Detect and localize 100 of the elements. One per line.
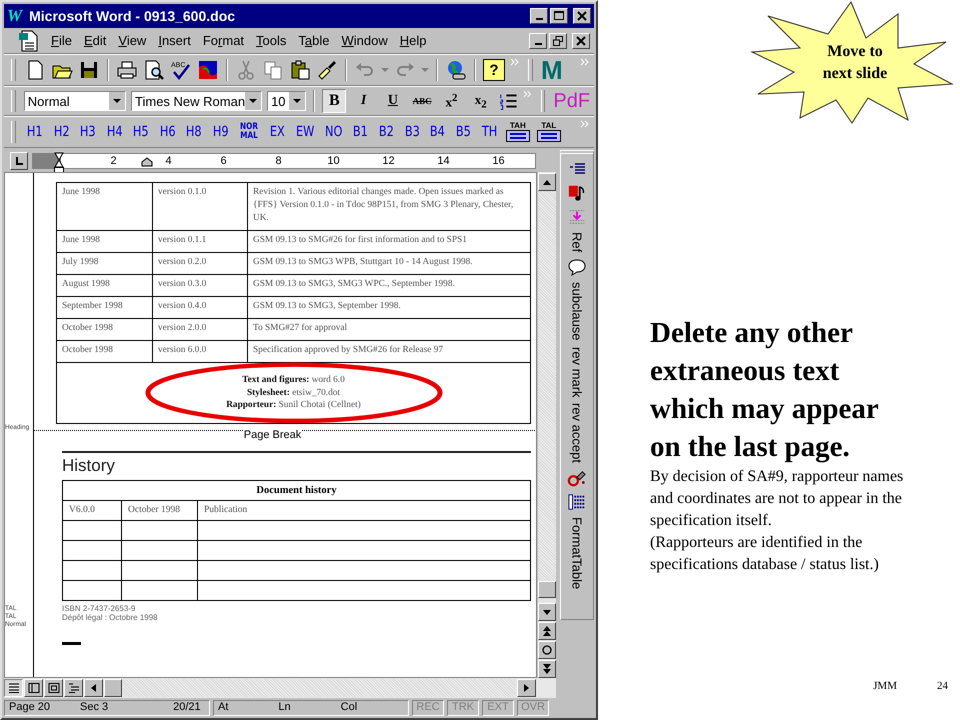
format-button[interactable]: x$^{2}$ [439,89,464,113]
minimize-button[interactable] [530,8,548,24]
web-layout-button[interactable] [24,679,43,697]
format-painter-icon[interactable] [316,59,338,81]
indent-marker-icon[interactable] [54,152,64,174]
font-size-dropdown[interactable]: 10 [267,91,306,111]
save-icon[interactable] [78,59,100,81]
menu-item[interactable]: Help [394,33,432,48]
style-button[interactable]: NO [323,124,344,140]
toolbar-button[interactable]: FormatTable [570,517,584,590]
left-arrow-icon [91,684,96,692]
style-button[interactable]: H5 [131,124,150,140]
document-icon[interactable] [18,30,38,52]
globe-icon[interactable] [445,59,467,81]
browse-object-button[interactable] [538,641,556,659]
normal-view-button[interactable] [4,679,23,697]
scroll-down-button[interactable] [538,603,556,621]
table-cell: version 2.0.0 [152,318,248,340]
menu-item[interactable]: File [46,33,77,48]
table-cell: August 1998 [56,274,152,296]
printer-icon[interactable] [116,59,138,81]
style-button[interactable]: H1 [25,124,44,140]
style-button[interactable]: H6 [158,124,177,140]
style-button[interactable]: TH [480,124,499,140]
page-layout-button[interactable] [44,679,63,697]
table-grid-icon[interactable] [567,493,587,512]
table-cell: GSM 09.13 to SMG3, SMG3 WPC., September 1998. [248,274,530,296]
restore-button[interactable] [549,32,567,48]
font-dropdown[interactable]: Times New Roman [131,91,262,111]
up-arrow-icon [543,180,551,184]
style-button[interactable]: EX [268,124,287,140]
table-cell: Publication [198,500,530,520]
menu-item[interactable]: View [113,33,152,48]
style-button[interactable]: H8 [184,124,204,140]
color-map-icon[interactable] [197,59,219,81]
style-button[interactable]: NOR MAL [237,123,261,141]
menu-item[interactable]: Edit [78,33,112,48]
table-cell: July 1998 [56,252,152,274]
legal-deposit-text: Dépôt légal : Octobre 1998 [62,612,159,622]
stamp-icon[interactable] [567,469,587,488]
close-button[interactable] [573,8,591,24]
status-text: Page 20 [9,701,50,715]
next-page-button[interactable] [538,660,556,678]
layout-icon [28,683,40,693]
scroll-right-button[interactable] [517,679,536,697]
right-arrow-icon [524,684,529,692]
style-button[interactable]: H3 [78,124,98,140]
menu-item[interactable]: Window [336,33,393,48]
toolbar-button[interactable]: rev accept [570,403,584,464]
table-cell: version 0.3.0 [152,274,248,296]
scroll-up-button[interactable] [538,173,556,191]
previous-page-button[interactable] [538,622,556,640]
scroll-thumb[interactable] [538,581,556,598]
style-button[interactable]: B2 [377,124,396,140]
style-button[interactable]: H9 [210,124,230,140]
document-page[interactable] [4,172,537,678]
style-button[interactable]: B5 [454,124,473,140]
ruler[interactable]: 2 4 6 8 10 12 14 16 [32,153,536,169]
menu-item[interactable]: Insert [153,33,196,48]
format-button[interactable]: ABC [410,89,434,113]
toolbar-button[interactable]: rev mark [570,346,584,398]
format-button[interactable]: I [351,89,376,113]
minimize-button[interactable] [529,32,547,48]
menu-item[interactable]: Table [293,33,334,48]
menu-item[interactable]: Format [198,33,250,48]
outline-view-button[interactable] [64,679,83,697]
tab-selector[interactable] [10,152,28,170]
menu-item[interactable]: Tools [251,33,292,48]
table-cell: version 6.0.0 [152,340,248,362]
paste-icon[interactable] [289,59,311,81]
toolbar-button[interactable]: subclause [570,282,584,341]
help-button[interactable]: ? [483,59,505,81]
format-button[interactable]: B [322,89,346,113]
format-button[interactable]: x$_{2}$ [468,89,493,113]
style-button[interactable]: EW [294,124,316,140]
table-cell: September 1998 [56,296,152,318]
table-cell: version 0.1.0 [152,182,248,230]
style-button[interactable]: H4 [104,124,124,140]
style-button[interactable]: B1 [351,124,370,140]
note-icon[interactable] [567,184,587,202]
speech-bubble-icon[interactable] [567,258,587,276]
lines-icon [8,683,20,693]
maximize-button[interactable] [550,8,568,24]
close-button[interactable] [572,32,590,48]
print-preview-icon[interactable] [143,59,165,81]
style-button[interactable]: B3 [402,124,422,140]
app-logo: W [7,6,22,26]
tab-stop-icon [14,156,24,166]
indent-marker-icon[interactable] [141,157,153,167]
format-button[interactable]: U [380,89,406,113]
style-button[interactable]: B4 [428,124,447,140]
section-heading: History [62,450,531,480]
copy-icon[interactable] [262,59,284,81]
toolbar-button[interactable]: Ref [570,232,584,252]
style-button[interactable]: H2 [52,124,71,140]
status-text: Col [340,701,358,715]
scroll-thumb[interactable] [104,679,122,697]
scroll-left-button[interactable] [84,679,103,697]
table-header: Document history [62,480,530,500]
style-dropdown[interactable]: Normal [24,91,126,111]
